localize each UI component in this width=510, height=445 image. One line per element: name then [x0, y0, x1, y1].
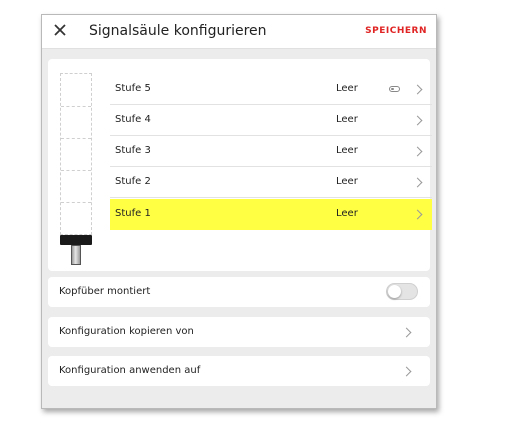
chevron-right-icon — [412, 177, 423, 188]
stage-value: Leer — [336, 114, 358, 125]
chevron-right-icon — [412, 84, 423, 95]
upside-down-toggle[interactable] — [386, 283, 418, 300]
stage-name: Stufe 4 — [115, 114, 151, 125]
stage-row-1[interactable]: Stufe 1 Leer — [110, 199, 432, 230]
stage-value: Leer — [336, 145, 358, 156]
chevron-right-icon — [401, 366, 412, 377]
apply-config-label: Konfiguration anwenden auf — [59, 365, 201, 376]
upside-down-row: Kopfüber montiert — [48, 277, 430, 307]
stage-name: Stufe 2 — [115, 176, 151, 187]
chevron-right-icon — [412, 146, 423, 157]
tower-stages-card: Stufe 5 Leer Stufe 4 Leer Stufe 3 Leer S… — [48, 59, 432, 271]
stage-value: Leer — [336, 176, 358, 187]
stage-value: Leer — [336, 83, 358, 94]
stage-name: Stufe 5 — [115, 83, 151, 94]
close-icon[interactable] — [52, 22, 68, 38]
configure-signal-tower-dialog: Signalsäule konfigurieren SPEICHERN Stuf… — [41, 14, 437, 409]
toggle-knob — [388, 285, 401, 298]
stage-row-3[interactable]: Stufe 3 Leer — [110, 136, 432, 167]
save-button[interactable]: SPEICHERN — [365, 26, 427, 36]
stage-value: Leer — [336, 208, 358, 219]
copy-config-row[interactable]: Konfiguration kopieren von — [48, 317, 430, 347]
tower-pole — [71, 245, 81, 265]
dialog-header: Signalsäule konfigurieren SPEICHERN — [42, 15, 436, 49]
upside-down-label: Kopfüber montiert — [59, 286, 151, 297]
stage-name: Stufe 3 — [115, 145, 151, 156]
signal-tower-preview — [60, 73, 92, 235]
toggle-icon — [389, 86, 400, 92]
stage-name: Stufe 1 — [115, 208, 151, 219]
stage-row-5[interactable]: Stufe 5 Leer — [110, 74, 432, 105]
stage-row-2[interactable]: Stufe 2 Leer — [110, 167, 432, 198]
stage-row-4[interactable]: Stufe 4 Leer — [110, 105, 432, 136]
dialog-title: Signalsäule konfigurieren — [89, 23, 267, 39]
tower-base — [60, 235, 92, 245]
copy-config-label: Konfiguration kopieren von — [59, 326, 194, 337]
chevron-right-icon — [412, 209, 423, 220]
apply-config-row[interactable]: Konfiguration anwenden auf — [48, 356, 430, 386]
chevron-right-icon — [401, 327, 412, 338]
chevron-right-icon — [412, 115, 423, 126]
